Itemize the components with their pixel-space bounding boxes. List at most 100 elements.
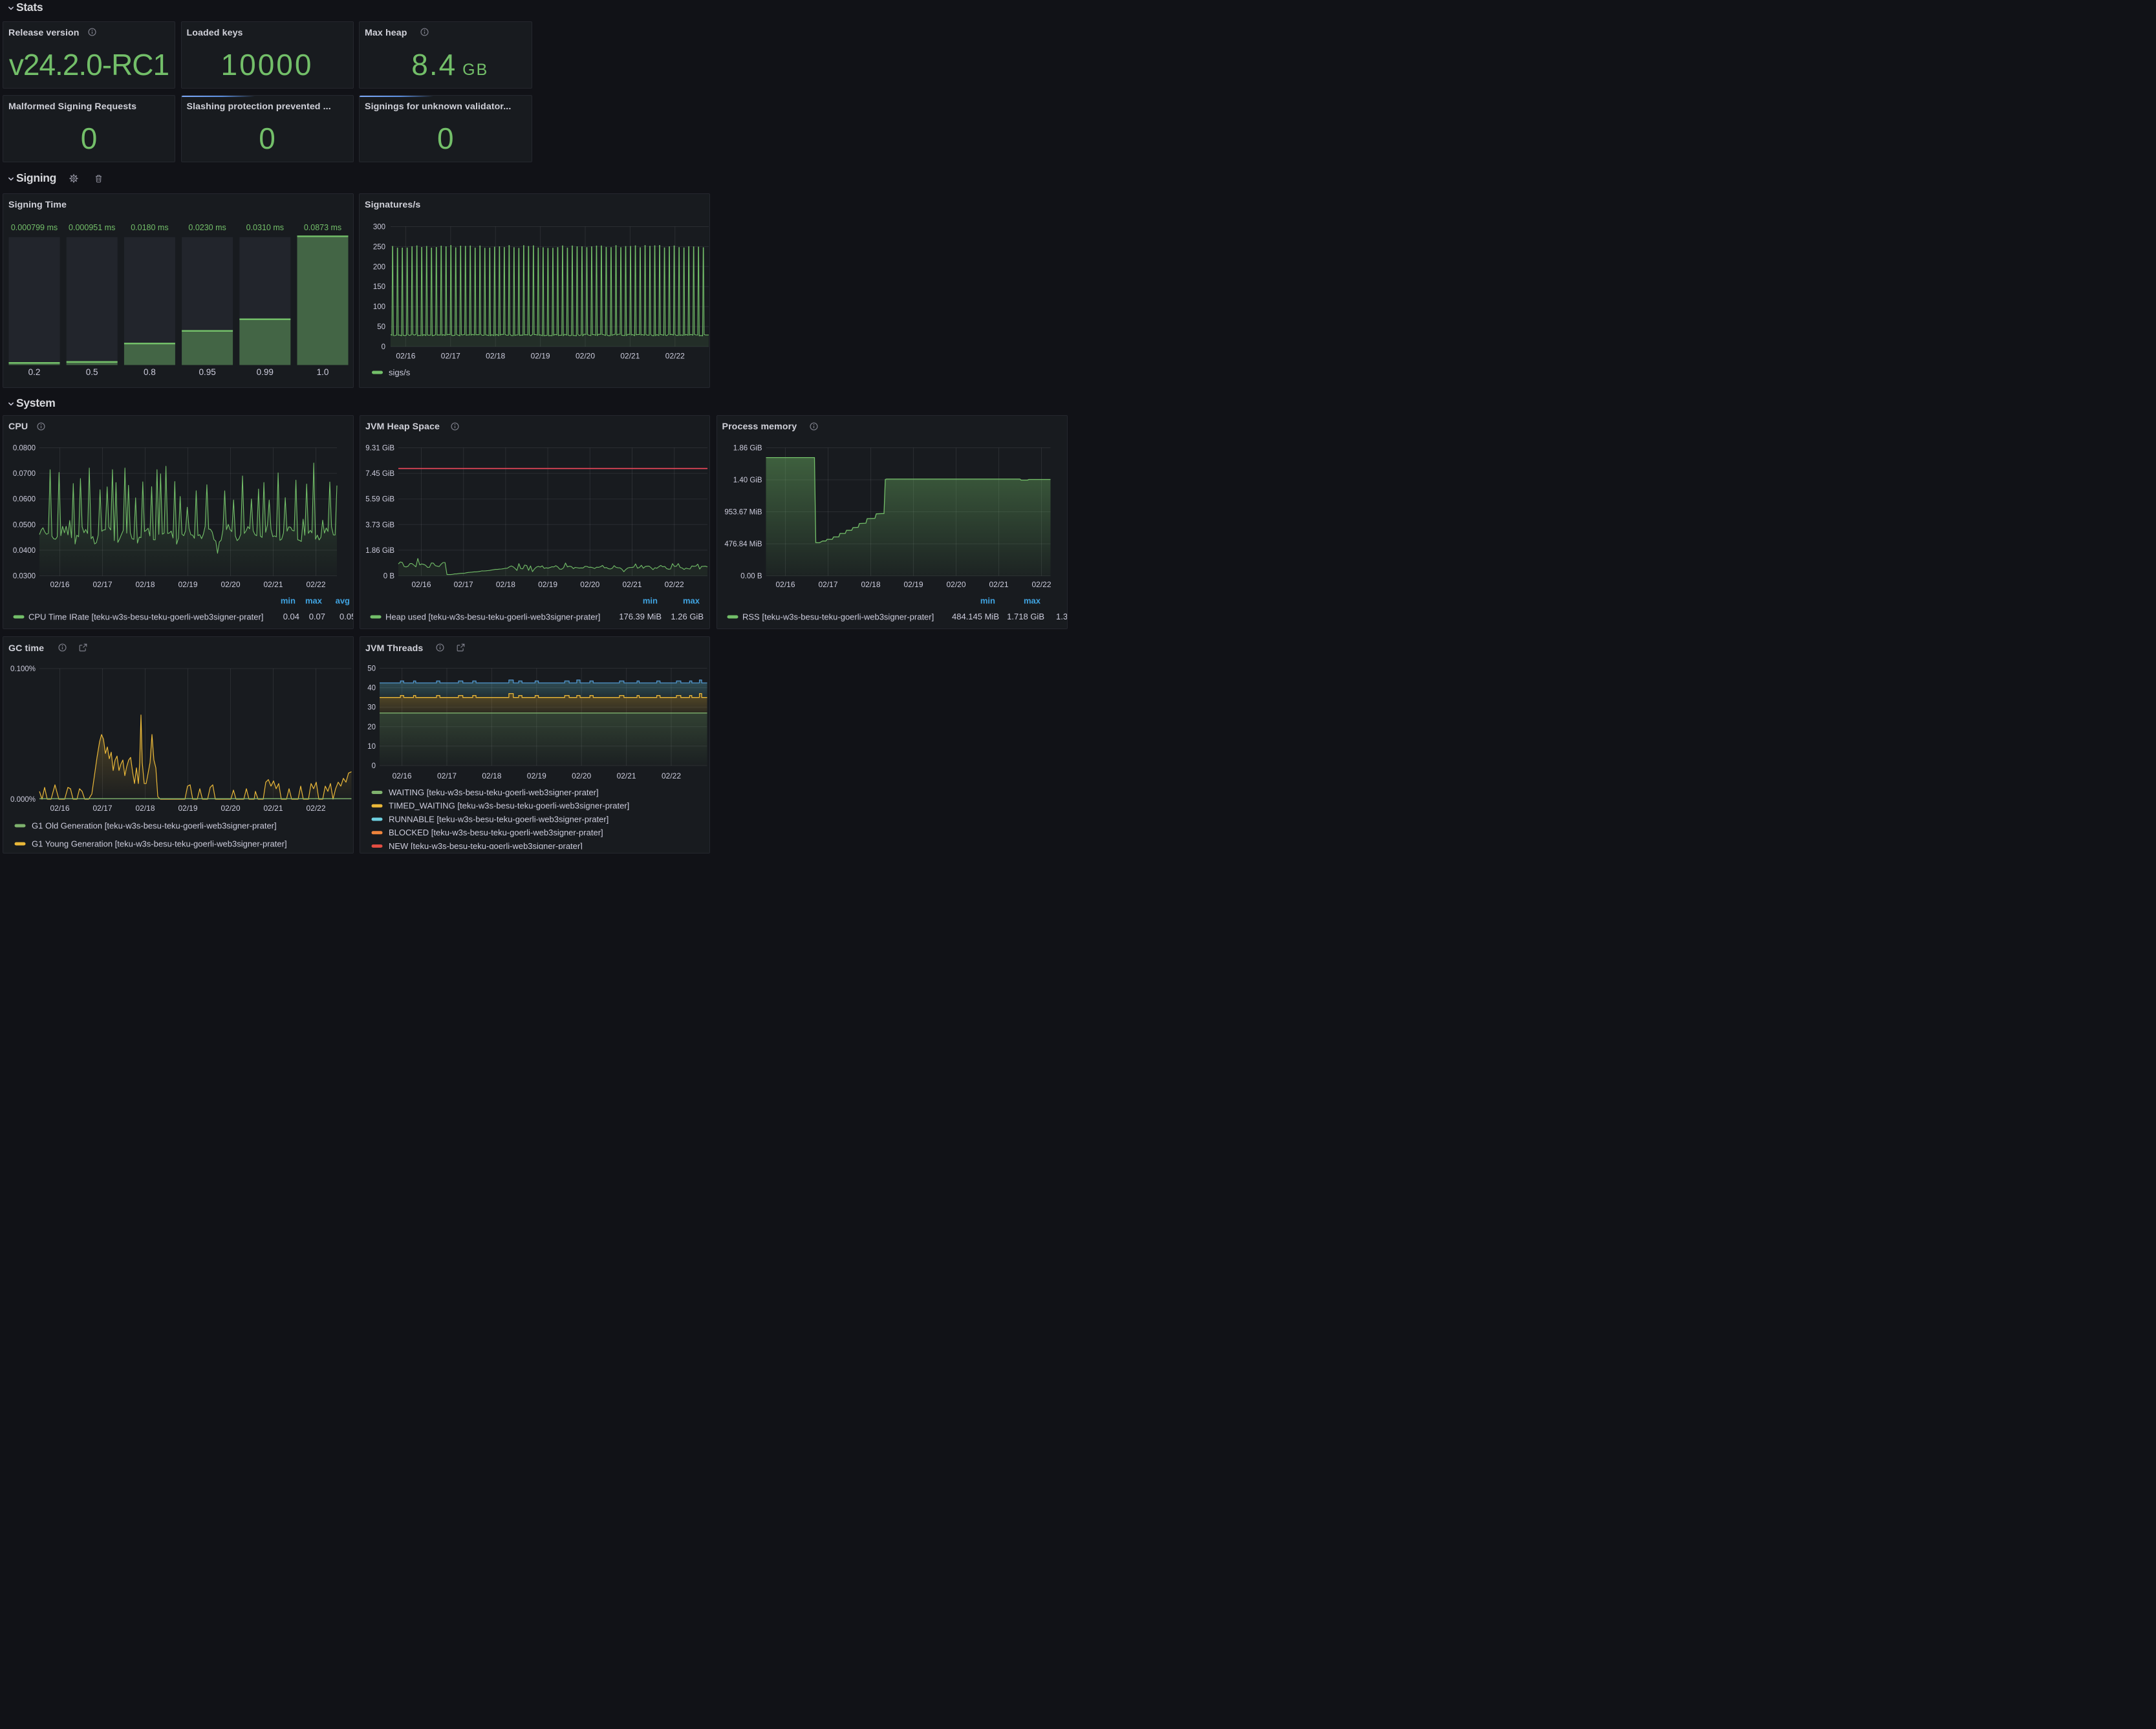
- svg-text:02/18: 02/18: [486, 351, 505, 360]
- svg-text:02/16: 02/16: [50, 580, 69, 589]
- svg-text:sigs/s: sigs/s: [389, 367, 411, 377]
- svg-text:02/20: 02/20: [221, 580, 240, 589]
- svg-text:0.100%: 0.100%: [10, 665, 36, 673]
- svg-text:02/22: 02/22: [665, 351, 685, 360]
- svg-text:1.86 GiB: 1.86 GiB: [733, 444, 762, 452]
- svg-text:100: 100: [373, 303, 385, 311]
- svg-text:02/16: 02/16: [50, 804, 69, 813]
- svg-text:RUNNABLE [teku-w3s-besu-teku-g: RUNNABLE [teku-w3s-besu-teku-goerli-web3…: [389, 814, 609, 824]
- svg-text:0.0230 ms: 0.0230 ms: [188, 223, 226, 232]
- svg-text:02/21: 02/21: [617, 771, 636, 780]
- svg-text:02/22: 02/22: [665, 580, 684, 589]
- svg-text:50: 50: [377, 323, 385, 331]
- svg-text:02/19: 02/19: [903, 580, 923, 589]
- svg-text:0.0300: 0.0300: [13, 572, 36, 580]
- svg-text:1.36: 1.36: [1056, 612, 1068, 621]
- svg-text:0: 0: [372, 762, 376, 770]
- svg-text:0.95: 0.95: [199, 367, 215, 377]
- svg-text:02/19: 02/19: [527, 771, 546, 780]
- svg-text:953.67 MiB: 953.67 MiB: [724, 508, 762, 516]
- svg-text:0.99: 0.99: [257, 367, 274, 377]
- svg-text:02/16: 02/16: [393, 771, 412, 780]
- svg-text:02/21: 02/21: [263, 580, 283, 589]
- svg-text:0.0700: 0.0700: [13, 470, 36, 478]
- svg-text:0.00 B: 0.00 B: [740, 572, 762, 580]
- svg-text:0.0500: 0.0500: [13, 521, 36, 529]
- svg-text:10: 10: [367, 743, 376, 751]
- svg-text:0.0873 ms: 0.0873 ms: [304, 223, 341, 232]
- svg-text:02/18: 02/18: [135, 804, 155, 813]
- svg-text:150: 150: [373, 283, 385, 291]
- svg-text:02/19: 02/19: [178, 804, 197, 813]
- svg-text:0.0600: 0.0600: [13, 495, 36, 503]
- svg-text:3.73 GiB: 3.73 GiB: [365, 521, 394, 529]
- svg-text:02/20: 02/20: [580, 580, 599, 589]
- svg-text:02/17: 02/17: [437, 771, 457, 780]
- svg-text:02/22: 02/22: [662, 771, 681, 780]
- svg-text:02/17: 02/17: [92, 804, 112, 813]
- svg-text:02/22: 02/22: [1031, 580, 1051, 589]
- svg-text:0: 0: [382, 343, 385, 351]
- svg-text:02/18: 02/18: [496, 580, 515, 589]
- svg-text:02/21: 02/21: [622, 580, 641, 589]
- svg-text:G1 Old Generation [teku-w3s-be: G1 Old Generation [teku-w3s-besu-teku-go…: [32, 821, 277, 830]
- svg-text:02/17: 02/17: [454, 580, 473, 589]
- svg-text:02/17: 02/17: [441, 351, 460, 360]
- svg-text:CPU Time IRate [teku-w3s-besu-: CPU Time IRate [teku-w3s-besu-teku-goerl…: [28, 612, 263, 621]
- svg-text:02/19: 02/19: [531, 351, 550, 360]
- svg-text:WAITING [teku-w3s-besu-teku-go: WAITING [teku-w3s-besu-teku-goerli-web3s…: [389, 788, 599, 797]
- svg-text:0.000799 ms: 0.000799 ms: [11, 223, 58, 232]
- svg-text:0.04: 0.04: [283, 612, 299, 621]
- svg-text:1.86 GiB: 1.86 GiB: [365, 546, 394, 554]
- svg-text:02/20: 02/20: [572, 771, 591, 780]
- svg-text:02/22: 02/22: [306, 580, 325, 589]
- svg-text:0.0310 ms: 0.0310 ms: [246, 223, 284, 232]
- svg-text:02/20: 02/20: [946, 580, 965, 589]
- svg-text:min: min: [281, 596, 296, 605]
- svg-text:1.718 GiB: 1.718 GiB: [1007, 612, 1044, 621]
- svg-text:02/18: 02/18: [135, 580, 155, 589]
- svg-text:G1 Young Generation [teku-w3s-: G1 Young Generation [teku-w3s-besu-teku-…: [32, 839, 287, 848]
- svg-text:02/22: 02/22: [306, 804, 325, 813]
- svg-text:02/19: 02/19: [538, 580, 557, 589]
- svg-text:0.5: 0.5: [86, 367, 98, 377]
- svg-text:avg: avg: [336, 596, 350, 605]
- svg-text:02/20: 02/20: [221, 804, 240, 813]
- svg-text:1.26 GiB: 1.26 GiB: [671, 612, 704, 621]
- svg-text:02/16: 02/16: [775, 580, 795, 589]
- svg-text:TIMED_WAITING [teku-w3s-besu-t: TIMED_WAITING [teku-w3s-besu-teku-goerli…: [389, 801, 629, 811]
- svg-text:min: min: [643, 596, 658, 605]
- svg-text:RSS [teku-w3s-besu-teku-goerli: RSS [teku-w3s-besu-teku-goerli-web3signe…: [742, 612, 934, 621]
- svg-text:min: min: [980, 596, 995, 605]
- svg-text:250: 250: [373, 243, 385, 251]
- svg-text:40: 40: [367, 685, 376, 693]
- svg-text:BLOCKED [teku-w3s-besu-teku-go: BLOCKED [teku-w3s-besu-teku-goerli-web3s…: [389, 828, 603, 837]
- svg-text:02/16: 02/16: [411, 580, 431, 589]
- svg-text:0.052: 0.052: [340, 612, 354, 621]
- svg-text:max: max: [683, 596, 700, 605]
- svg-text:0.07: 0.07: [309, 612, 325, 621]
- svg-text:50: 50: [367, 665, 376, 673]
- svg-text:300: 300: [373, 223, 385, 231]
- svg-text:02/21: 02/21: [989, 580, 1008, 589]
- svg-text:176.39 MiB: 176.39 MiB: [619, 612, 662, 621]
- svg-text:02/21: 02/21: [620, 351, 640, 360]
- svg-text:02/16: 02/16: [396, 351, 415, 360]
- svg-text:max: max: [1023, 596, 1040, 605]
- svg-text:0.2: 0.2: [28, 367, 41, 377]
- svg-text:Heap used [teku-w3s-besu-teku-: Heap used [teku-w3s-besu-teku-goerli-web…: [385, 612, 600, 621]
- svg-text:max: max: [305, 596, 323, 605]
- svg-text:0.8: 0.8: [144, 367, 156, 377]
- svg-text:0.0800: 0.0800: [13, 444, 36, 452]
- svg-text:0.000%: 0.000%: [10, 796, 36, 804]
- svg-text:02/20: 02/20: [576, 351, 595, 360]
- svg-text:0.000951 ms: 0.000951 ms: [69, 223, 115, 232]
- svg-text:20: 20: [367, 724, 376, 731]
- svg-text:200: 200: [373, 263, 385, 271]
- svg-text:7.45 GiB: 7.45 GiB: [365, 470, 394, 478]
- svg-text:5.59 GiB: 5.59 GiB: [365, 495, 394, 503]
- svg-text:1.0: 1.0: [317, 367, 329, 377]
- svg-text:0.0180 ms: 0.0180 ms: [131, 223, 168, 232]
- svg-text:02/18: 02/18: [861, 580, 880, 589]
- svg-text:0.0400: 0.0400: [13, 546, 36, 554]
